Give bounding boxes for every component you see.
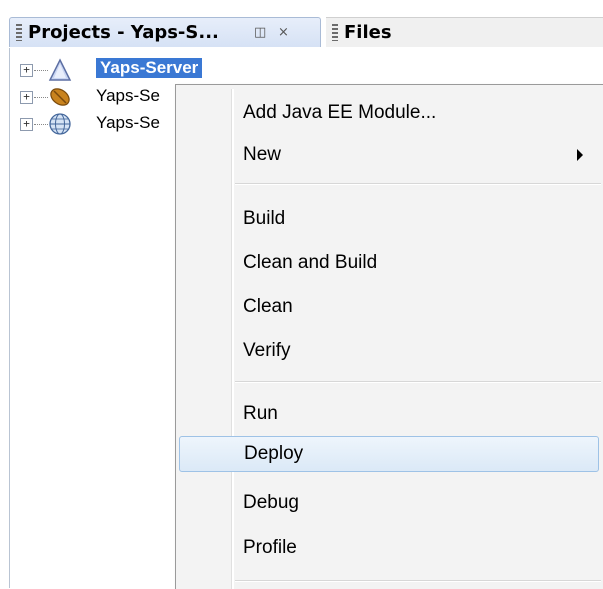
menu-item-clean[interactable]: Clean	[179, 290, 597, 324]
menu-item-run[interactable]: Run	[179, 397, 597, 431]
drag-grip-icon[interactable]	[16, 24, 22, 41]
menu-item-label: Add Java EE Module...	[243, 102, 437, 123]
menu-separator	[235, 183, 601, 185]
menu-item-label: New	[243, 144, 282, 165]
submenu-arrow-icon	[577, 149, 583, 161]
enterprise-app-icon	[48, 58, 72, 81]
project-context-menu: Add Java EE Module... New Build Clean an…	[175, 84, 603, 589]
menu-item-profile[interactable]: Profile	[179, 531, 597, 565]
expand-toggle-icon[interactable]: +	[20, 118, 33, 131]
tab-projects[interactable]: Projects - Yaps-S... ◫ ×	[9, 17, 321, 47]
menu-item-label: Debug	[243, 492, 299, 513]
menu-item-build[interactable]: Build	[179, 202, 597, 236]
minimize-window-icon[interactable]: ◫	[254, 25, 266, 40]
menu-item-label: Verify	[243, 340, 291, 361]
tree-connector	[34, 124, 48, 125]
panel-tab-bar: Projects - Yaps-S... ◫ × Files	[0, 0, 603, 48]
drag-grip-icon[interactable]	[332, 24, 338, 41]
tree-node-label[interactable]: Yaps-Se	[96, 113, 160, 133]
menu-separator	[235, 580, 601, 582]
tab-files[interactable]: Files	[326, 17, 603, 47]
menu-item-add-java-ee-module[interactable]: Add Java EE Module...	[179, 96, 597, 130]
web-module-icon	[49, 113, 71, 135]
menu-item-label: Profile	[243, 537, 297, 558]
tab-projects-label: Projects - Yaps-S...	[28, 22, 219, 43]
expand-toggle-icon[interactable]: +	[20, 91, 33, 104]
tree-node-label[interactable]: Yaps-Server	[96, 58, 203, 78]
tree-node-label[interactable]: Yaps-Se	[96, 86, 160, 106]
close-tab-icon[interactable]: ×	[278, 25, 289, 40]
menu-item-debug[interactable]: Debug	[179, 486, 597, 520]
menu-item-clean-and-build[interactable]: Clean and Build	[179, 246, 597, 280]
menu-item-new[interactable]: New	[179, 138, 597, 172]
tab-files-label: Files	[344, 22, 392, 43]
expand-toggle-icon[interactable]: +	[20, 64, 33, 77]
menu-item-deploy[interactable]: Deploy	[179, 436, 599, 472]
menu-item-label: Run	[243, 403, 278, 424]
menu-item-label: Build	[243, 208, 286, 229]
menu-item-label: Clean	[243, 296, 293, 317]
tree-connector	[34, 97, 48, 98]
menu-item-label: Clean and Build	[243, 252, 378, 273]
ejb-module-icon	[50, 88, 70, 106]
menu-item-label: Deploy	[244, 443, 304, 464]
tree-connector	[34, 70, 48, 71]
menu-separator	[235, 381, 601, 383]
menu-item-verify[interactable]: Verify	[179, 334, 597, 368]
